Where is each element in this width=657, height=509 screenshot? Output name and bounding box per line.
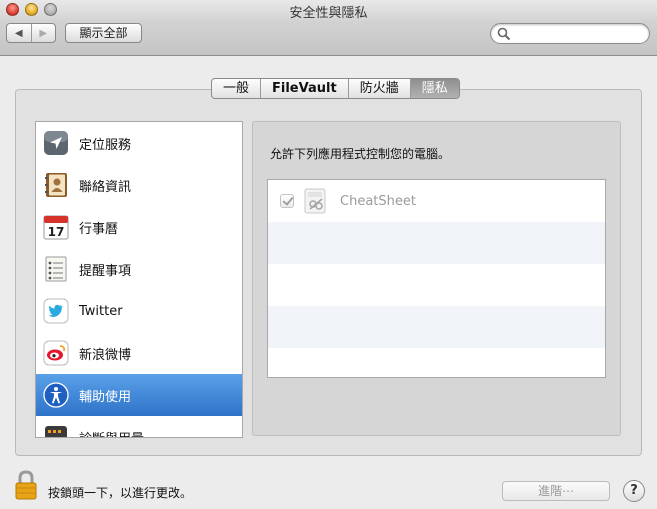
cheatsheet-app-icon bbox=[304, 188, 326, 214]
sidebar-item-calendar[interactable]: 17 行事曆 bbox=[36, 206, 242, 248]
tab-privacy[interactable]: 隱私 bbox=[410, 79, 459, 98]
help-button[interactable]: ? bbox=[623, 480, 645, 502]
forward-button[interactable]: ▶ bbox=[30, 24, 56, 42]
back-button[interactable]: ◀ bbox=[7, 24, 31, 42]
sidebar-item-label: Twitter bbox=[79, 303, 123, 319]
search-input[interactable] bbox=[490, 23, 650, 44]
twitter-bird-icon bbox=[43, 298, 69, 324]
sidebar-item-location-services[interactable]: 定位服務 bbox=[36, 122, 242, 164]
calendar-icon: 17 bbox=[43, 215, 69, 240]
sidebar-item-twitter[interactable]: Twitter bbox=[36, 290, 242, 332]
sidebar-item-label: 定位服務 bbox=[79, 137, 132, 153]
list-item bbox=[268, 348, 605, 377]
sidebar-item-contacts[interactable]: 聯絡資訊 bbox=[36, 164, 242, 206]
sidebar-item-label: 診斷與用量 bbox=[79, 428, 144, 438]
sidebar-item-label: 聯絡資訊 bbox=[79, 179, 132, 195]
advanced-button[interactable]: 進階⋯ bbox=[502, 481, 610, 501]
privacy-category-list: 定位服務 聯絡資訊 17 行事曆 提醒事項 Twitter 新浪微博 輔助使用 bbox=[35, 121, 243, 438]
app-name: CheatSheet bbox=[340, 193, 416, 209]
sidebar-item-accessibility[interactable]: 輔助使用 bbox=[36, 374, 242, 416]
tab-firewall[interactable]: 防火牆 bbox=[349, 79, 411, 98]
tab-filevault[interactable]: FileVault bbox=[261, 79, 349, 98]
sidebar-item-reminders[interactable]: 提醒事項 bbox=[36, 248, 242, 290]
list-item bbox=[268, 264, 605, 306]
location-arrow-icon bbox=[44, 131, 68, 155]
reminders-icon bbox=[45, 256, 67, 282]
sidebar-item-label: 新浪微博 bbox=[79, 347, 132, 363]
search-icon bbox=[497, 27, 511, 41]
sidebar-item-label: 行事曆 bbox=[79, 221, 119, 237]
sidebar-item-label: 輔助使用 bbox=[79, 389, 132, 405]
lock-icon[interactable] bbox=[14, 469, 38, 501]
calendar-icon-date: 17 bbox=[48, 225, 65, 239]
tab-bar: 一般 FileVault 防火牆 隱私 bbox=[211, 78, 460, 99]
app-list: CheatSheet bbox=[267, 179, 606, 378]
app-enabled-checkbox[interactable] bbox=[280, 194, 294, 208]
contacts-book-icon bbox=[45, 173, 67, 197]
diagnostics-icon bbox=[45, 426, 67, 437]
show-all-button[interactable]: 顯示全部 bbox=[65, 23, 142, 43]
list-item bbox=[268, 306, 605, 348]
list-item bbox=[268, 222, 605, 264]
sidebar-item-label: 提醒事項 bbox=[79, 263, 132, 279]
sidebar-item-sina-weibo[interactable]: 新浪微博 bbox=[36, 332, 242, 374]
security-privacy-window: 安全性與隱私 ◀ ▶ 顯示全部 一般 FileVault 防火牆 隱私 定位服務 bbox=[0, 0, 657, 509]
tab-general[interactable]: 一般 bbox=[212, 79, 262, 98]
lock-hint-text: 按鎖頭一下，以進行更改。 bbox=[48, 486, 193, 500]
sidebar-item-diagnostics[interactable]: 診斷與用量 bbox=[36, 416, 242, 438]
accessibility-description: 允許下列應用程式控制您的電腦。 bbox=[270, 147, 451, 161]
accessibility-icon bbox=[43, 382, 69, 408]
back-forward-control: ◀ ▶ bbox=[6, 23, 56, 43]
list-item: CheatSheet bbox=[268, 180, 605, 222]
sina-weibo-icon bbox=[43, 340, 69, 366]
window-title: 安全性與隱私 bbox=[289, 6, 368, 21]
title-bar: 安全性與隱私 ◀ ▶ 顯示全部 bbox=[0, 0, 657, 56]
